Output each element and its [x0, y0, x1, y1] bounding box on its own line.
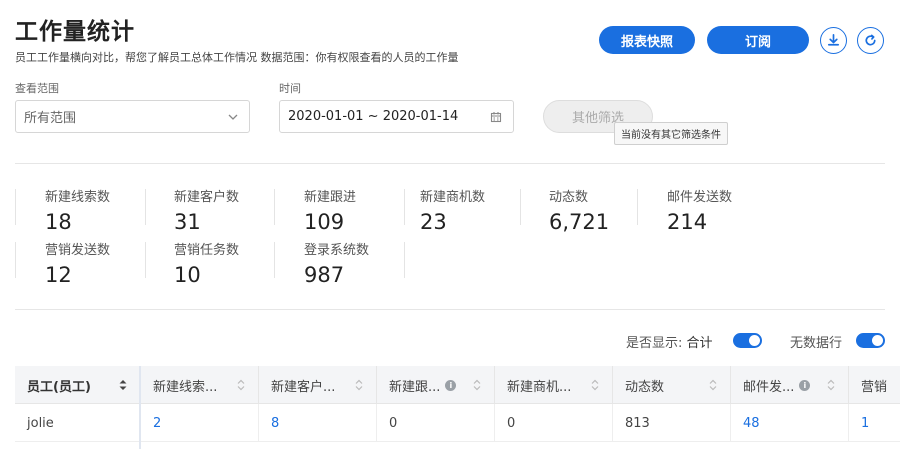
stat-separator	[145, 189, 146, 225]
stat-label: 登录系统数	[304, 243, 370, 258]
calendar-icon	[490, 112, 502, 123]
stat-label: 新建商机数	[420, 190, 486, 205]
stat-separator	[274, 189, 275, 225]
column-header-label: 新建跟...	[389, 379, 441, 395]
stat-new-customers: 新建客户数 31	[174, 186, 239, 234]
total-label: 合计	[686, 336, 713, 351]
page-title: 工作量统计	[15, 19, 135, 45]
stat-value: 12	[45, 263, 72, 287]
divider	[15, 163, 885, 164]
stat-value: 31	[174, 210, 201, 234]
stat-separator	[637, 189, 638, 225]
scope-select[interactable]: 所有范围	[15, 100, 250, 133]
cell-new-followups: 0	[376, 404, 494, 442]
refresh-button[interactable]	[857, 27, 884, 54]
subscribe-button[interactable]: 订阅	[707, 26, 809, 54]
stat-logins: 登录系统数 987	[304, 239, 369, 287]
sort-icon[interactable]	[472, 378, 482, 392]
cell-employee: jolie	[27, 415, 54, 431]
stat-value: 987	[304, 263, 345, 287]
stat-activities: 动态数 6,721	[549, 186, 609, 234]
column-header-new-opportunities[interactable]: 新建商机...	[494, 366, 612, 404]
column-header-emails-sent[interactable]: 邮件发... i	[730, 366, 848, 404]
info-icon[interactable]: i	[445, 379, 457, 391]
table-row: jolie 2 8 0 0 813 48 1	[15, 404, 900, 442]
stat-separator	[15, 189, 16, 225]
column-header-marketing[interactable]: 营销	[848, 366, 900, 404]
cell-marketing[interactable]: 1	[848, 404, 900, 442]
no-data-rows-toggle[interactable]	[856, 333, 885, 348]
stat-value: 109	[304, 210, 345, 234]
chevron-down-icon	[228, 114, 238, 120]
cell-activities: 813	[612, 404, 730, 442]
no-data-rows-label: 无数据行	[790, 336, 843, 351]
stat-label: 动态数	[549, 190, 589, 205]
download-icon	[827, 34, 840, 46]
stat-new-opportunities: 新建商机数 23	[420, 186, 485, 234]
date-range-picker[interactable]: 2020-01-01 ~ 2020-01-14	[279, 100, 514, 133]
scope-label: 查看范围	[15, 82, 59, 95]
cell-emails-sent[interactable]: 48	[730, 404, 848, 442]
column-header-new-followups[interactable]: 新建跟... i	[376, 366, 494, 404]
column-header-label: 新建商机...	[507, 379, 572, 395]
stat-value: 6,721	[549, 210, 610, 234]
date-range-value: 2020-01-01 ~ 2020-01-14	[288, 109, 459, 124]
table-header: 员工(员工) 新建线索... 新建客户... 新建跟... i 新建商机... …	[15, 366, 900, 404]
sort-icon[interactable]	[708, 378, 718, 392]
cell-new-opportunities: 0	[494, 404, 612, 442]
stat-label: 新建跟进	[304, 190, 357, 205]
column-header-employee[interactable]: 员工(员工)	[15, 366, 140, 404]
column-header-label: 邮件发...	[743, 379, 795, 395]
show-label: 是否显示:	[626, 336, 683, 351]
report-snapshot-button[interactable]: 报表快照	[599, 26, 695, 54]
sort-icon[interactable]	[354, 378, 364, 392]
column-header-label: 新建客户...	[271, 379, 336, 395]
stat-separator	[404, 189, 405, 225]
stat-separator	[404, 242, 405, 278]
sort-icon[interactable]	[590, 378, 600, 392]
stat-emails-sent: 邮件发送数 214	[667, 186, 732, 234]
stat-value: 214	[667, 210, 708, 234]
stat-separator	[15, 242, 16, 278]
sort-icon[interactable]	[826, 378, 836, 392]
stat-value: 23	[420, 210, 447, 234]
stat-label: 营销任务数	[174, 243, 240, 258]
stat-label: 营销发送数	[45, 243, 111, 258]
stat-label: 邮件发送数	[667, 190, 733, 205]
stat-marketing-sent: 营销发送数 12	[45, 239, 110, 287]
column-header-label: 新建线索...	[153, 379, 218, 395]
stat-new-followups: 新建跟进 109	[304, 186, 356, 234]
info-icon[interactable]: i	[799, 379, 811, 391]
page-subtitle: 员工工作量横向对比，帮您了解员工总体工作情况 数据范围：你有权限查看的人员的工作…	[15, 51, 459, 64]
refresh-icon	[865, 34, 876, 46]
stat-new-leads: 新建线索数 18	[45, 186, 110, 234]
column-header-label: 动态数	[625, 379, 665, 395]
stat-label: 新建客户数	[174, 190, 240, 205]
divider	[15, 309, 885, 310]
total-toggle[interactable]	[733, 333, 762, 348]
cell-new-customers[interactable]: 8	[258, 404, 376, 442]
download-button[interactable]	[820, 27, 847, 54]
column-header-activities[interactable]: 动态数	[612, 366, 730, 404]
stat-value: 18	[45, 210, 72, 234]
stat-label: 新建线索数	[45, 190, 111, 205]
column-header-label: 营销	[861, 379, 888, 395]
show-total-label: 是否显示: 合计	[626, 332, 713, 351]
stat-marketing-tasks: 营销任务数 10	[174, 239, 239, 287]
column-header-new-leads[interactable]: 新建线索...	[140, 366, 258, 404]
other-filters-tooltip: 当前没有其它筛选条件	[614, 122, 728, 145]
time-label: 时间	[279, 82, 301, 95]
scope-select-value: 所有范围	[24, 111, 77, 126]
cell-new-leads[interactable]: 2	[140, 404, 258, 442]
sort-icon[interactable]	[236, 378, 246, 392]
stat-separator	[520, 189, 521, 225]
column-header-label: 员工(员工)	[27, 379, 91, 395]
stat-separator	[145, 242, 146, 278]
stat-separator	[274, 242, 275, 278]
fixed-column-divider	[139, 366, 141, 449]
column-header-new-customers[interactable]: 新建客户...	[258, 366, 376, 404]
stat-value: 10	[174, 263, 201, 287]
sort-icon[interactable]	[118, 378, 128, 392]
